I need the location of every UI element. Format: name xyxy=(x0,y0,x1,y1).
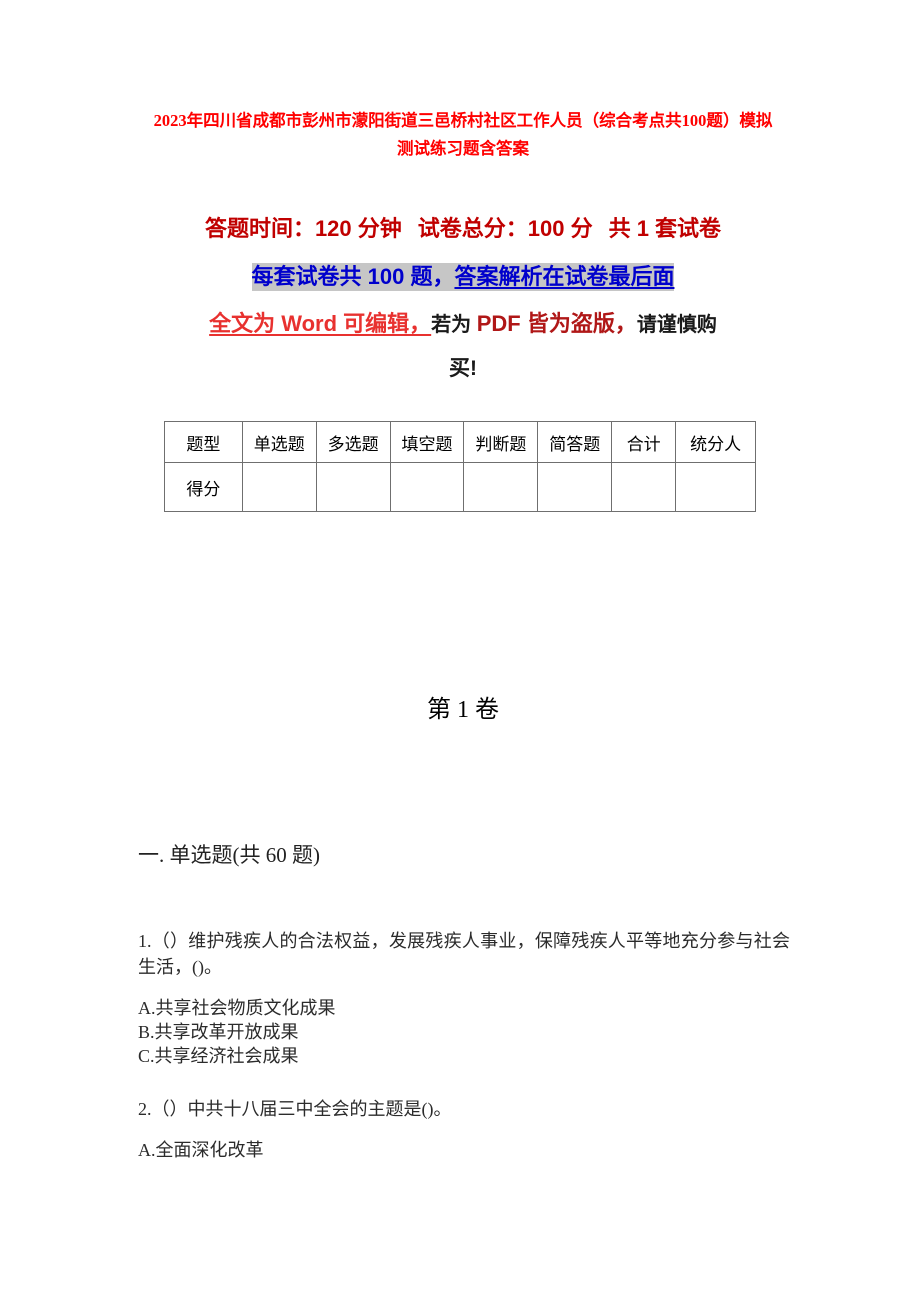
document-title: 2023年四川省成都市彭州市濛阳街道三邑桥村社区工作人员（综合考点共100题）模… xyxy=(153,111,773,158)
questions-per-paper-line: 每套试卷共 100 题，答案解析在试卷最后面 xyxy=(148,260,778,294)
score-cell[interactable] xyxy=(537,462,613,512)
question-options: A.全面深化改革 xyxy=(138,1138,790,1162)
document-page: 2023年四川省成都市彭州市濛阳街道三邑桥村社区工作人员（综合考点共100题）模… xyxy=(0,0,920,1302)
question-stem: 2.（）中共十八届三中全会的主题是()。 xyxy=(138,1099,452,1119)
question-item: 1.（）维护残疾人的合法权益，发展残疾人事业，保障残疾人平等地充分参与社会生活，… xyxy=(138,928,790,1068)
highlight-wrapper: 每套试卷共 100 题，答案解析在试卷最后面 xyxy=(251,263,675,291)
question-item: 2.（）中共十八届三中全会的主题是()。 A.全面深化改革 xyxy=(138,1096,790,1162)
table-header-cell: 合计 xyxy=(611,421,677,463)
table-header-cell: 判断题 xyxy=(463,421,539,463)
score-cell[interactable] xyxy=(241,462,317,512)
table-header-cell: 统分人 xyxy=(675,421,756,463)
if-for-text: 若为 xyxy=(431,314,477,336)
score-cell[interactable] xyxy=(611,462,677,512)
score-cell[interactable] xyxy=(675,462,756,512)
question-stem: 1.（）维护残疾人的合法权益，发展残疾人事业，保障残疾人平等地充分参与社会生活，… xyxy=(138,931,790,977)
table-header-cell: 多选题 xyxy=(315,421,391,463)
question-options: A.共享社会物质文化成果 B.共享改革开放成果 C.共享经济社会成果 xyxy=(138,996,790,1068)
score-table: 题型 单选题 多选题 填空题 判断题 简答题 合计 统分人 得分 xyxy=(164,421,756,512)
score-cell[interactable] xyxy=(463,462,539,512)
table-row: 得分 xyxy=(164,462,756,512)
answer-duration-label: 答题时间：120 分钟 xyxy=(204,216,402,241)
questions-per-paper-text: 每套试卷共 100 题， xyxy=(251,264,455,289)
paper-count-label: 共 1 套试卷 xyxy=(608,216,722,241)
table-header-cell: 简答题 xyxy=(537,421,613,463)
total-score-label: 试卷总分：100 分 xyxy=(417,216,593,241)
table-header-cell: 单选题 xyxy=(241,421,317,463)
caution-end-text: 买! xyxy=(449,357,477,380)
caution-text: 请谨慎购 xyxy=(636,314,717,336)
word-editable-text: 全文为 Word 可编辑， xyxy=(209,311,432,336)
answers-location-link[interactable]: 答案解析在试卷最后面 xyxy=(454,264,674,289)
option-c[interactable]: C.共享经济社会成果 xyxy=(138,1044,790,1068)
score-row-label: 得分 xyxy=(164,462,243,512)
table-header-cell: 题型 xyxy=(164,421,243,463)
score-cell[interactable] xyxy=(389,462,465,512)
table-header-row: 题型 单选题 多选题 填空题 判断题 简答题 合计 统分人 xyxy=(164,421,756,463)
table-header-cell: 填空题 xyxy=(389,421,465,463)
score-cell[interactable] xyxy=(315,462,391,512)
option-a[interactable]: A.共享社会物质文化成果 xyxy=(138,996,790,1020)
pdf-pirated-text: PDF 皆为盗版， xyxy=(476,311,637,336)
option-a[interactable]: A.全面深化改革 xyxy=(138,1138,790,1162)
volume-heading: 第 1 卷 xyxy=(427,697,499,723)
section-heading-single-choice: 一. 单选题(共 60 题) xyxy=(138,843,320,867)
piracy-notice-line: 全文为 Word 可编辑，若为 PDF 皆为盗版，请谨慎购 xyxy=(138,306,788,343)
option-b[interactable]: B.共享改革开放成果 xyxy=(138,1020,790,1044)
exam-info-line: 答题时间：120 分钟 试卷总分：100 分共 1 套试卷 xyxy=(148,212,778,246)
